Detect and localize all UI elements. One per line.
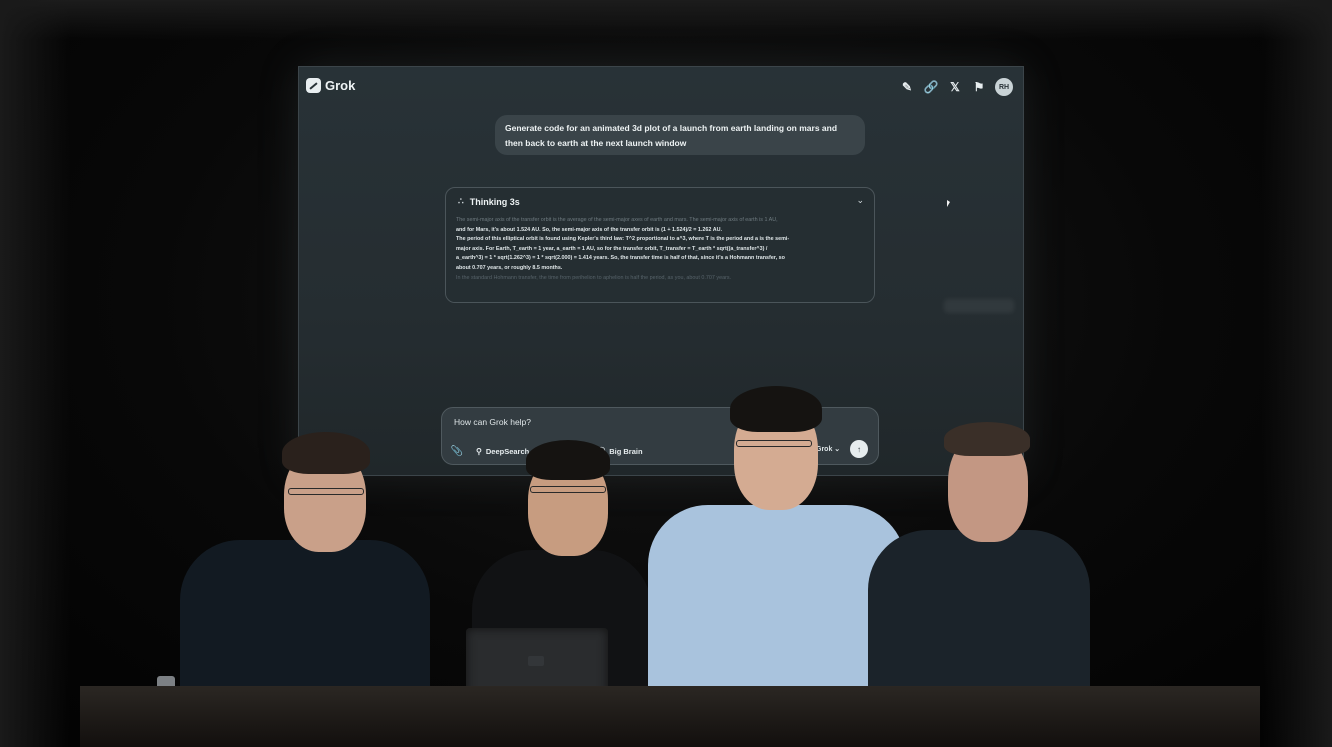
- glasses: [530, 486, 606, 493]
- glasses: [736, 440, 812, 447]
- table: [80, 686, 1260, 747]
- laptop-logo-icon: [528, 656, 544, 666]
- new-chat-icon[interactable]: ✎: [899, 79, 915, 95]
- grok-logo[interactable]: Grok: [306, 78, 355, 93]
- chevron-down-icon: ⌄: [834, 446, 841, 453]
- vignette-top: [0, 0, 1332, 40]
- thinking-text: The semi-major axis of the transfer orbi…: [456, 216, 866, 283]
- big-brain-label: Big Brain: [609, 447, 643, 456]
- send-icon[interactable]: ↑: [850, 440, 868, 458]
- presenter-body: [180, 540, 430, 710]
- thinking-line: and for Mars, it's about 1.524 AU. So, t…: [456, 226, 723, 233]
- thinking-panel: ∴ Thinking 3s ⌄ The semi-major axis of t…: [445, 187, 875, 303]
- attach-icon[interactable]: 📎: [450, 445, 464, 459]
- prompt-input[interactable]: [454, 417, 754, 427]
- thinking-line: The semi-major axis of the transfer orbi…: [456, 217, 778, 223]
- grok-app-window: Grok ✎ 🔗 𝕏 ⚑ RH Generate code for an ani…: [298, 66, 1024, 476]
- thinking-line: The period of this elliptical orbit is f…: [456, 236, 790, 243]
- frame-right: [1262, 0, 1332, 747]
- link-icon[interactable]: 🔗: [923, 79, 939, 95]
- blur-artifact: [944, 299, 1014, 313]
- thinking-header[interactable]: ∴ Thinking 3s: [458, 196, 520, 207]
- thinking-line: major axis. For Earth, T_earth = 1 year,…: [456, 245, 768, 252]
- mouse-cursor-icon: [947, 200, 950, 207]
- thinking-line: about 0.707 years, or roughly 8.5 months…: [456, 264, 563, 271]
- top-bar: Grok ✎ 🔗 𝕏 ⚑ RH: [299, 67, 1023, 107]
- model-label: Grok: [816, 446, 833, 453]
- frame-left: [0, 0, 70, 747]
- search-icon: ⚲: [476, 447, 482, 456]
- flag-icon[interactable]: ⚑: [971, 79, 987, 95]
- thinking-fade: [446, 278, 874, 302]
- avatar[interactable]: RH: [995, 78, 1013, 96]
- thinking-line: a_earth^3) = 1 * sqrt(1.262^3) = 1 * sqr…: [456, 255, 785, 262]
- presenter-hair: [944, 422, 1030, 456]
- deepsearch-button[interactable]: ⚲ DeepSearch: [472, 445, 533, 458]
- app-name: Grok: [325, 78, 356, 93]
- chevron-down-icon[interactable]: ⌄: [856, 195, 864, 206]
- model-selector[interactable]: Grok ⌄: [816, 445, 840, 453]
- thinking-label: Thinking 3s: [469, 196, 520, 207]
- user-message-bubble: Generate code for an animated 3d plot of…: [495, 115, 865, 155]
- glasses: [288, 488, 364, 495]
- thinking-sparkle-icon: ∴: [458, 196, 464, 206]
- top-actions: ✎ 🔗 𝕏 ⚑ RH: [899, 78, 1013, 96]
- x-logo-icon[interactable]: 𝕏: [947, 79, 963, 95]
- grok-logo-icon: [306, 78, 321, 93]
- deepsearch-label: DeepSearch: [485, 447, 530, 456]
- presenter-hair: [526, 440, 610, 480]
- presenter-hair: [730, 386, 822, 432]
- presenter-hair: [282, 432, 370, 474]
- presenter-body: [868, 530, 1090, 708]
